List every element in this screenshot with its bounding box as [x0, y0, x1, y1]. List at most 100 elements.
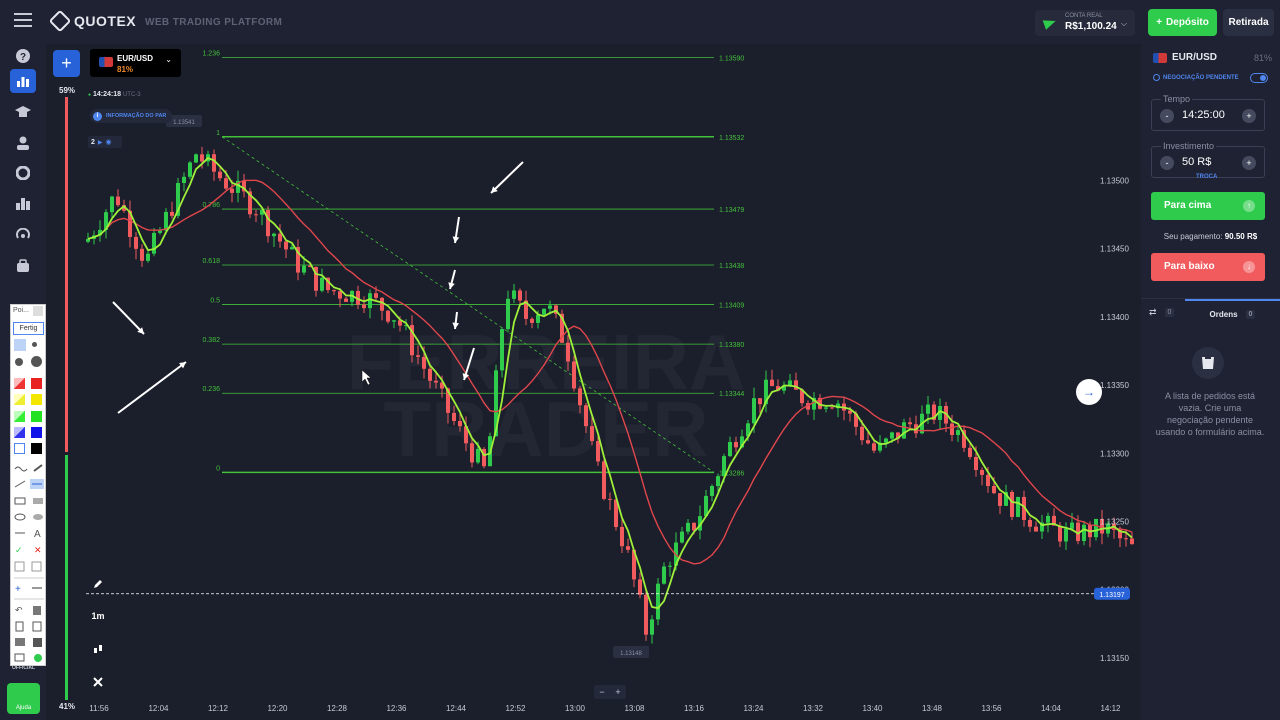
candle-body: [1034, 526, 1038, 532]
zoom-out-icon[interactable]: −: [599, 687, 604, 697]
x-tick-label: 13:48: [922, 704, 943, 713]
color-red[interactable]: [31, 378, 42, 389]
scroll-to-latest-button[interactable]: →: [1076, 379, 1102, 405]
color-red-light[interactable]: [14, 378, 25, 389]
candle-body: [872, 443, 876, 451]
current-price-label: 1.13197: [1099, 592, 1124, 599]
candle-body: [518, 290, 522, 301]
color-blue-light[interactable]: [14, 427, 25, 438]
signal-icon[interactable]: [10, 223, 36, 247]
time-increase-button[interactable]: +: [1242, 109, 1256, 123]
time-field[interactable]: Tempo - 14:25:00 +: [1151, 94, 1265, 131]
dot-size-xlarge[interactable]: [31, 356, 42, 367]
fib-level-label: 0.382: [202, 337, 220, 344]
play-icon: ▶: [97, 139, 103, 146]
chart-type-button[interactable]: [87, 638, 109, 660]
candle-body: [1058, 525, 1062, 542]
candle-body: [140, 248, 144, 261]
color-green[interactable]: [31, 411, 42, 422]
indicators-button[interactable]: [87, 671, 109, 693]
candle-body: [530, 318, 534, 323]
dot-size-large[interactable]: [15, 358, 23, 366]
color-green-light[interactable]: [14, 411, 25, 422]
candle-body: [566, 342, 570, 362]
candle-body: [1094, 518, 1098, 538]
color-yellow[interactable]: [31, 394, 42, 405]
deposit-button[interactable]: + Depósito: [1148, 9, 1217, 36]
tool-panel-select[interactable]: Fertig: [13, 322, 44, 335]
color-black[interactable]: [31, 443, 42, 454]
color-blue[interactable]: [31, 427, 42, 438]
education-icon[interactable]: [10, 100, 36, 124]
fib-level-label: 0: [216, 465, 220, 472]
brand-logo[interactable]: QUOTEX: [48, 9, 136, 33]
drawing-tool-panel: Poi... Fertig A ✓ ✕ + ↶: [10, 304, 46, 666]
indicator-count: 2: [91, 138, 95, 146]
timeframe-button[interactable]: 1m: [87, 605, 109, 627]
sentiment-bottom: 41%: [59, 702, 76, 711]
tab-trades[interactable]: ⇄ 0: [1149, 307, 1175, 318]
withdraw-button[interactable]: Retirada: [1223, 9, 1274, 36]
candle-body: [602, 461, 606, 499]
trade-panel: EUR/USD 81% NEGOCIAÇÃO PENDENTE Tempo - …: [1141, 44, 1280, 720]
tool-panel-close[interactable]: [33, 306, 43, 316]
trade-asset[interactable]: EUR/USD: [1153, 52, 1217, 63]
help-icon[interactable]: ?: [10, 44, 36, 68]
chart-icon[interactable]: [10, 69, 36, 93]
dot-size-medium[interactable]: [32, 342, 37, 347]
menu-icon[interactable]: [14, 13, 32, 27]
pencil-icon: [94, 580, 102, 588]
fib-price-label: 1.13438: [719, 263, 744, 270]
candle-body: [152, 232, 156, 254]
time-decrease-button[interactable]: -: [1160, 109, 1174, 123]
zoom-in-icon[interactable]: +: [615, 687, 620, 697]
high-price-label: 1.13541: [173, 120, 195, 126]
zoom-controls[interactable]: − +: [594, 685, 626, 699]
price-chart[interactable]: FERREIRATRADER 1.2361.1359011.135320.786…: [46, 44, 1140, 720]
pair-info-button[interactable]: i INFORMAÇÃO DO PAR: [90, 109, 173, 123]
add-asset-button[interactable]: +: [53, 50, 80, 77]
pending-trade-toggle[interactable]: [1250, 73, 1268, 83]
empty-orders-icon: [1192, 347, 1224, 379]
pie-icon[interactable]: [10, 161, 36, 185]
dot-size-small[interactable]: [14, 339, 26, 351]
candle-body: [866, 440, 870, 444]
candle-body: [428, 368, 432, 381]
chart-area[interactable]: FERREIRA TRADER 1.236 1.13590 1 1.13532 0.786…: [46, 44, 1140, 720]
asset-tab[interactable]: EUR/USD 81% ⌄: [90, 49, 181, 77]
annotation-arrow: [117, 361, 187, 414]
drawing-tools-grid[interactable]: A ✓ ✕ + ↶: [12, 463, 46, 663]
candle-body: [980, 469, 984, 475]
sell-down-button[interactable]: Para baixo ↓: [1151, 253, 1265, 281]
leaderboard-icon[interactable]: [10, 192, 36, 216]
eur-usd-flag-icon: [1153, 52, 1167, 63]
indicators-toggle[interactable]: 2 ▶ ◉: [88, 136, 122, 148]
time-value: 14:25:00: [1182, 109, 1225, 121]
candle-body: [452, 412, 456, 421]
candles-icon: [94, 645, 102, 653]
empty-orders-text: A lista de pedidos está vazia. Crie uma …: [1155, 391, 1265, 437]
color-yellow-light[interactable]: [14, 394, 25, 405]
trade-asset-name: EUR/USD: [1172, 52, 1218, 63]
investment-decrease-button[interactable]: -: [1160, 156, 1174, 170]
profile-icon[interactable]: [10, 131, 36, 155]
account-selector[interactable]: CONTA REAL R$1,100.24 ⌵: [1035, 10, 1135, 36]
orders-tabs: ⇄ 0 Ordens 0: [1141, 298, 1280, 326]
candle-body: [182, 176, 186, 183]
buy-up-button[interactable]: Para cima ↑: [1151, 192, 1265, 220]
candle-body: [536, 314, 540, 323]
tools-icon: [93, 677, 103, 687]
tab-orders[interactable]: Ordens 0: [1185, 299, 1280, 327]
sentiment-bar-green: [65, 455, 68, 700]
help-button[interactable]: Ajuda: [7, 683, 40, 714]
swap-link[interactable]: TROCA: [1196, 174, 1217, 180]
low-price-label: 1.13148: [620, 651, 642, 657]
eye-icon: ◉: [105, 139, 112, 146]
investment-increase-button[interactable]: +: [1242, 156, 1256, 170]
candle-body: [542, 308, 546, 315]
candle-body: [368, 293, 372, 309]
market-icon[interactable]: [10, 254, 36, 278]
draw-tool-button[interactable]: [87, 573, 109, 595]
y-tick-label: 1.13150: [1100, 654, 1129, 663]
color-white[interactable]: [14, 443, 25, 454]
